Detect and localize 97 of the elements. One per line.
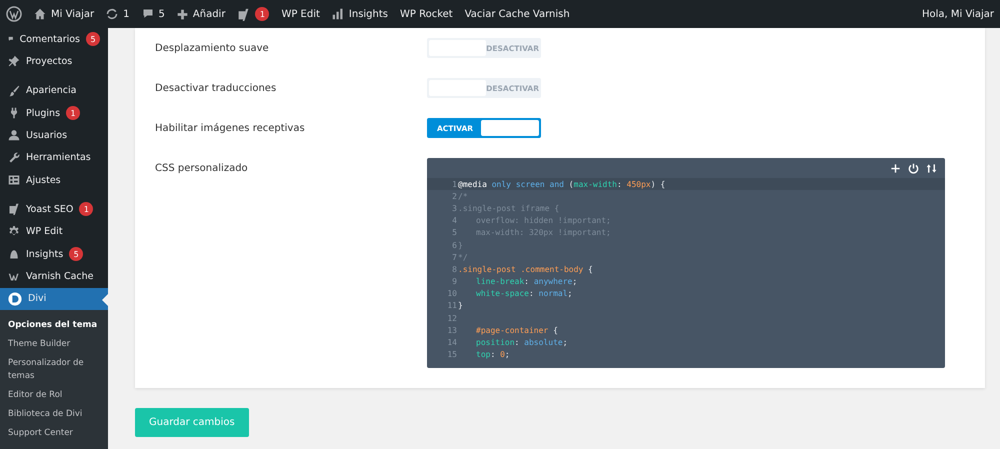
refresh-icon xyxy=(106,8,118,20)
account-greeting[interactable]: Hola, Mi Viajar xyxy=(922,8,994,20)
count-badge: 5 xyxy=(86,32,100,46)
sidebar-item[interactable]: Comentarios 5 xyxy=(0,28,108,50)
line-number: 11 xyxy=(446,301,457,310)
sidebar-item[interactable]: Insights 5 xyxy=(0,242,108,266)
setting-label: Habilitar imágenes receptivas xyxy=(155,122,306,134)
y-logo-icon xyxy=(237,8,250,20)
code-line: max-width: 320px !important; xyxy=(475,228,611,238)
sidebar-item[interactable]: Apariencia xyxy=(0,80,108,102)
sidebar-item[interactable]: Varnish Cache xyxy=(0,265,108,288)
sidebar-item[interactable]: Divi xyxy=(0,288,108,310)
user-icon xyxy=(8,129,20,142)
line-number: 13 xyxy=(446,326,457,335)
speech-bubble-icon xyxy=(142,8,154,20)
code-line: top: 0; xyxy=(475,350,510,360)
line-number: 6 xyxy=(451,240,457,250)
pushpin-icon xyxy=(8,55,20,68)
paintbrush-icon xyxy=(8,84,20,97)
bar-chart-icon xyxy=(332,8,344,20)
submenu-item[interactable]: Support Center xyxy=(0,424,108,443)
code-line: overflow: hidden !important; xyxy=(475,216,611,226)
line-number: 3 xyxy=(451,204,457,213)
menu-label: Usuarios xyxy=(26,130,68,141)
setting-label: Desactivar traducciones xyxy=(155,82,278,94)
code-line: } xyxy=(457,240,463,250)
menu-label: Plugins xyxy=(26,108,60,119)
updates-link[interactable]: 1 xyxy=(106,8,130,20)
menu-label: WP Edit xyxy=(26,226,63,238)
menu-label: Apariencia xyxy=(26,85,76,96)
toolbar-link[interactable]: Vaciar Cache Varnish xyxy=(464,8,570,20)
y-logo-icon xyxy=(8,203,20,216)
menu-label: Divi xyxy=(28,293,46,304)
menu-label: Ajustes xyxy=(26,174,61,186)
site-name-link[interactable]: Mi Viajar xyxy=(34,8,94,20)
plug-icon xyxy=(8,107,20,120)
sidebar-item[interactable]: WP Edit xyxy=(0,220,108,243)
code-line: } xyxy=(457,301,463,310)
toolbar-link[interactable]: WP Rocket xyxy=(400,8,453,20)
power-icon[interactable] xyxy=(908,163,919,174)
plus-icon xyxy=(176,8,188,20)
code-line: .single-post .comment-body { xyxy=(457,264,593,274)
code-line: /* xyxy=(457,192,468,201)
line-number: 10 xyxy=(446,289,457,298)
submenu-item[interactable]: Personalizador de temas xyxy=(0,354,108,386)
line-number: 7 xyxy=(451,252,457,262)
submenu-item[interactable]: Opciones del tema xyxy=(0,316,108,335)
wordpress-logo-icon[interactable] xyxy=(6,6,22,22)
line-number: 14 xyxy=(446,338,457,348)
comments-link[interactable]: 5 xyxy=(142,8,165,20)
code-line: position: absolute; xyxy=(475,338,568,348)
line-number: 15 xyxy=(446,350,457,360)
submenu-item[interactable]: Editor de Rol xyxy=(0,386,108,405)
code-line: */ xyxy=(457,252,468,262)
menu-label: Comentarios xyxy=(20,34,80,45)
line-number: 5 xyxy=(451,228,457,238)
bell-icon xyxy=(8,248,20,260)
line-number: 2 xyxy=(451,192,457,201)
sidebar-item[interactable]: Plugins 1 xyxy=(0,102,108,124)
line-number: 12 xyxy=(446,314,457,323)
submenu-item[interactable]: Biblioteca de Divi xyxy=(0,404,108,424)
sidebar-item[interactable]: Proyectos xyxy=(0,50,108,73)
toolbar-link[interactable]: WP Edit xyxy=(281,8,320,20)
count-badge: 5 xyxy=(69,247,84,262)
code-line: #page-container { xyxy=(475,326,558,335)
menu-label: Proyectos xyxy=(26,56,72,67)
sidebar-item[interactable]: Usuarios xyxy=(0,124,108,147)
add-new-link[interactable]: Añadir xyxy=(176,8,226,20)
menu-label: Insights xyxy=(26,248,64,260)
code-line: .single-post iframe { xyxy=(457,204,560,213)
menu-label: Varnish Cache xyxy=(26,270,94,282)
setting-label: Desplazamiento suave xyxy=(155,42,270,54)
plus-icon[interactable] xyxy=(890,163,901,174)
sliders-icon xyxy=(8,174,20,186)
code-line: @media only screen and (max-width: 450px) { xyxy=(457,180,666,189)
house-icon xyxy=(34,8,46,20)
wrench-icon xyxy=(8,152,20,164)
code-line: line-break: anywhere; xyxy=(475,277,578,286)
menu-label: Herramientas xyxy=(26,152,91,164)
seo-menu-link[interactable]: 1 xyxy=(237,7,270,21)
code-line: white-space: normal; xyxy=(475,289,572,298)
gear-icon xyxy=(8,226,20,238)
line-number: 1 xyxy=(451,180,457,189)
sidebar-item[interactable]: Herramientas xyxy=(0,146,108,169)
insights-link[interactable]: Insights xyxy=(332,8,388,20)
sort-arrows-icon[interactable] xyxy=(926,163,937,174)
d-logo-icon xyxy=(8,292,22,306)
count-badge: 1 xyxy=(66,106,80,120)
line-number: 9 xyxy=(451,277,457,286)
submenu-item[interactable]: Theme Builder xyxy=(0,334,108,354)
count-badge: 1 xyxy=(79,202,94,216)
menu-label: Yoast SEO xyxy=(26,204,74,215)
sidebar-item[interactable]: Ajustes xyxy=(0,168,108,192)
line-number: 4 xyxy=(451,216,457,226)
setting-label: CSS personalizado xyxy=(155,162,249,174)
sidebar-item[interactable]: Yoast SEO 1 xyxy=(0,198,108,221)
line-number: 8 xyxy=(451,264,457,274)
